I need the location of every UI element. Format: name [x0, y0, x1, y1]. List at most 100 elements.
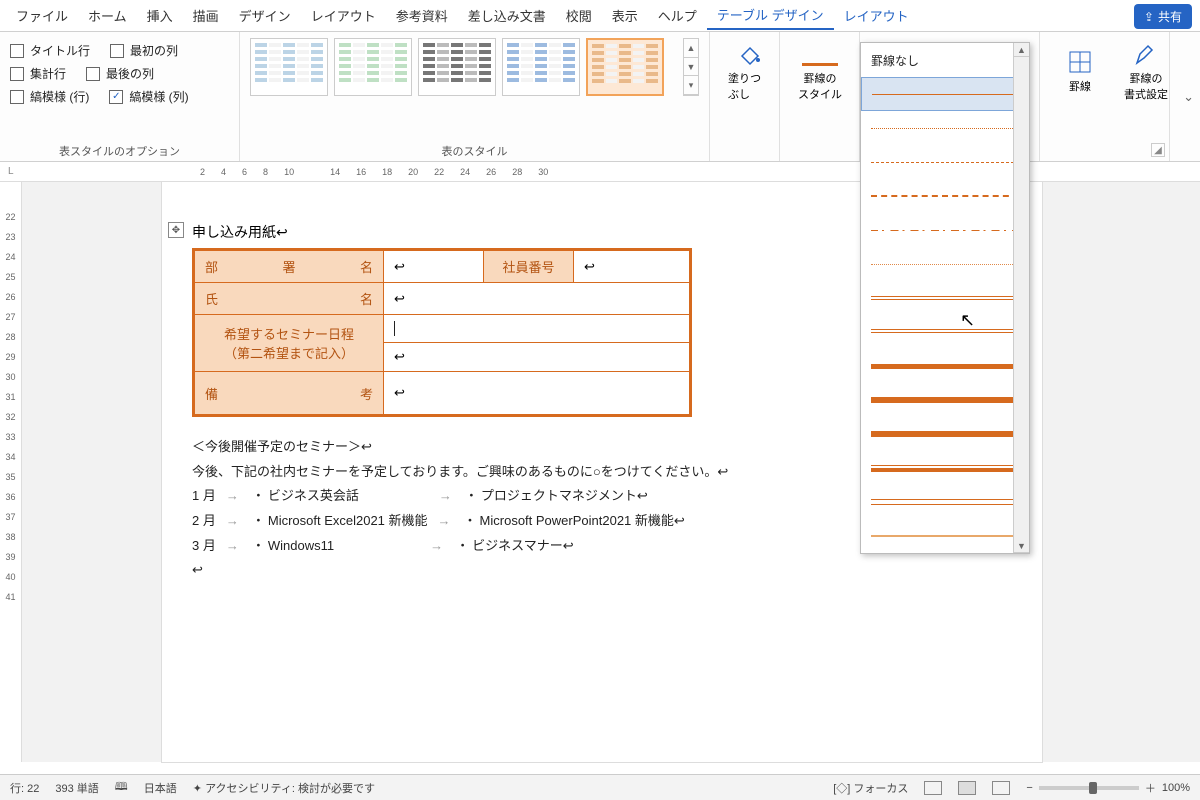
cell-dept-label[interactable]: 部 署 名: [194, 250, 384, 283]
menu-references[interactable]: 参考資料: [386, 2, 458, 29]
btn-label: 塗りつぶし: [728, 70, 772, 102]
share-icon: ⇪: [1144, 10, 1154, 24]
pen-style-dash[interactable]: [861, 179, 1029, 213]
cb-banded-row[interactable]: 縞模様 (行): [10, 88, 89, 105]
pen-style-none[interactable]: 罫線なし: [861, 43, 1029, 77]
dialog-launcher-icon[interactable]: ◢: [1151, 143, 1165, 157]
cell-seminar-val2[interactable]: ↩: [384, 343, 691, 372]
group-fill: 塗りつぶし: [710, 32, 780, 161]
pen-style-dash-dot[interactable]: [861, 213, 1029, 247]
cb-label: 縞模様 (行): [30, 88, 89, 105]
group-table-styles: ▲▼▾ 表のスタイル: [240, 32, 710, 161]
menu-file[interactable]: ファイル: [6, 2, 78, 29]
menu-view[interactable]: 表示: [602, 2, 648, 29]
style-thumb[interactable]: [250, 38, 328, 96]
view-read-icon[interactable]: [924, 781, 942, 795]
pen-style-dash-dot-dot[interactable]: [861, 247, 1029, 281]
scroll-down-icon[interactable]: ▼: [1014, 539, 1029, 553]
btn-label: 罫線の スタイル: [798, 70, 842, 102]
pen-style-triple[interactable]: [861, 315, 1029, 349]
style-thumb[interactable]: [334, 38, 412, 96]
chevron-up-icon[interactable]: ▲: [684, 39, 698, 58]
status-line[interactable]: 行: 22: [10, 780, 39, 796]
style-thumb[interactable]: [502, 38, 580, 96]
group-borders: 罫線 罫線の 書式設定 ◢: [1040, 32, 1170, 161]
menu-table-layout[interactable]: レイアウト: [834, 2, 919, 29]
borders-button[interactable]: 罫線: [1050, 38, 1110, 106]
group-label: 表スタイルのオプション: [10, 141, 229, 159]
zoom-slider[interactable]: [1039, 786, 1139, 790]
cell-name-val[interactable]: ↩: [384, 283, 691, 315]
cb-title-row[interactable]: タイトル行: [10, 42, 90, 59]
style-gallery[interactable]: [250, 38, 679, 96]
pen-style-wave[interactable]: [861, 519, 1029, 553]
pen-style-thick[interactable]: [861, 349, 1029, 383]
style-thumb[interactable]: [418, 38, 496, 96]
pen-style-solid-thin[interactable]: [861, 77, 1029, 111]
pen-style-thin-thick[interactable]: [861, 383, 1029, 417]
status-words[interactable]: 393 単語: [55, 780, 98, 796]
proofing-icon[interactable]: 🕮: [115, 778, 128, 797]
focus-mode[interactable]: [◇] フォーカス: [833, 780, 908, 796]
cell-empno-val[interactable]: ↩: [574, 250, 691, 283]
group-label: 表のスタイル: [250, 141, 699, 159]
status-accessibility[interactable]: ✦ アクセシビリティ: 検討が必要です: [193, 780, 375, 796]
border-format-button[interactable]: 罫線の 書式設定: [1116, 38, 1176, 106]
cb-label: 縞模様 (列): [129, 88, 188, 105]
title-text: 申し込み用紙: [192, 224, 276, 240]
group-style-options: タイトル行 最初の列 集計行 最後の列 縞模様 (行) ✓縞模様 (列) 表スタ…: [0, 32, 240, 161]
cb-label: 集計行: [30, 65, 66, 82]
cell-seminar-label[interactable]: 希望するセミナー日程 （第二希望まで記入）: [194, 315, 384, 372]
dropdown-scrollbar[interactable]: ▲▼: [1013, 43, 1029, 553]
cell-seminar-val1[interactable]: [384, 315, 691, 343]
menu-layout[interactable]: レイアウト: [301, 2, 386, 29]
cell-name-label[interactable]: 氏 名: [194, 283, 384, 315]
status-language[interactable]: 日本語: [144, 780, 177, 796]
zoom-in-icon[interactable]: ＋: [1145, 780, 1156, 796]
fill-button[interactable]: 塗りつぶし: [720, 38, 780, 106]
menu-design[interactable]: デザイン: [229, 2, 301, 29]
pen-style-thin-thick-thin[interactable]: [861, 451, 1029, 485]
pen-style-thick-thin[interactable]: [861, 417, 1029, 451]
menu-home[interactable]: ホーム: [78, 2, 137, 29]
gallery-expand-icon[interactable]: ▾: [684, 76, 698, 95]
application-table[interactable]: 部 署 名↩社員番号↩ 氏 名↩ 希望するセミナー日程 （第二希望まで記入） ↩…: [192, 248, 692, 417]
cb-banded-col[interactable]: ✓縞模様 (列): [109, 88, 188, 105]
gallery-spinner[interactable]: ▲▼▾: [683, 38, 699, 96]
view-web-icon[interactable]: [992, 781, 1010, 795]
view-print-icon[interactable]: [958, 781, 976, 795]
cb-label: 最初の列: [130, 42, 178, 59]
scroll-up-icon[interactable]: ▲: [1014, 43, 1029, 57]
style-thumb-selected[interactable]: [586, 38, 664, 96]
menu-review[interactable]: 校閲: [556, 2, 602, 29]
menu-mailings[interactable]: 差し込み文書: [458, 2, 556, 29]
pen-style-thin-thin[interactable]: [861, 485, 1029, 519]
ruler-vertical[interactable]: 2223242526272829303132333435363738394041: [0, 182, 22, 762]
cell-dept-val[interactable]: ↩: [384, 250, 484, 283]
cell-remarks-label[interactable]: 備 考: [194, 372, 384, 416]
pen-style-double[interactable]: [861, 281, 1029, 315]
grid-icon: [1066, 50, 1094, 74]
menu-draw[interactable]: 描画: [183, 2, 229, 29]
ribbon-collapse-icon[interactable]: ⌄: [1183, 89, 1194, 105]
cb-first-col[interactable]: 最初の列: [110, 42, 178, 59]
border-style-button[interactable]: 罫線の スタイル: [790, 38, 850, 106]
menu-help[interactable]: ヘルプ: [648, 2, 707, 29]
zoom-out-icon[interactable]: −: [1026, 782, 1032, 794]
share-button[interactable]: ⇪共有: [1134, 4, 1192, 29]
cell-empno-label[interactable]: 社員番号: [484, 250, 574, 283]
opt-label: 罫線なし: [871, 52, 919, 69]
pen-style-dotted[interactable]: [861, 111, 1029, 145]
fill-icon: [736, 42, 764, 66]
table-move-handle-icon[interactable]: ✥: [168, 222, 184, 238]
zoom-control[interactable]: − ＋ 100%: [1026, 780, 1190, 796]
zoom-value[interactable]: 100%: [1162, 782, 1190, 794]
cb-last-col[interactable]: 最後の列: [86, 65, 154, 82]
menu-table-design[interactable]: テーブル デザイン: [707, 1, 834, 30]
cell-remarks-val[interactable]: ↩: [384, 372, 691, 416]
menu-insert[interactable]: 挿入: [137, 2, 183, 29]
cb-total-row[interactable]: 集計行: [10, 65, 66, 82]
chevron-down-icon[interactable]: ▼: [684, 58, 698, 77]
group-border-style: 罫線の スタイル: [780, 32, 860, 161]
pen-style-dash-fine[interactable]: [861, 145, 1029, 179]
